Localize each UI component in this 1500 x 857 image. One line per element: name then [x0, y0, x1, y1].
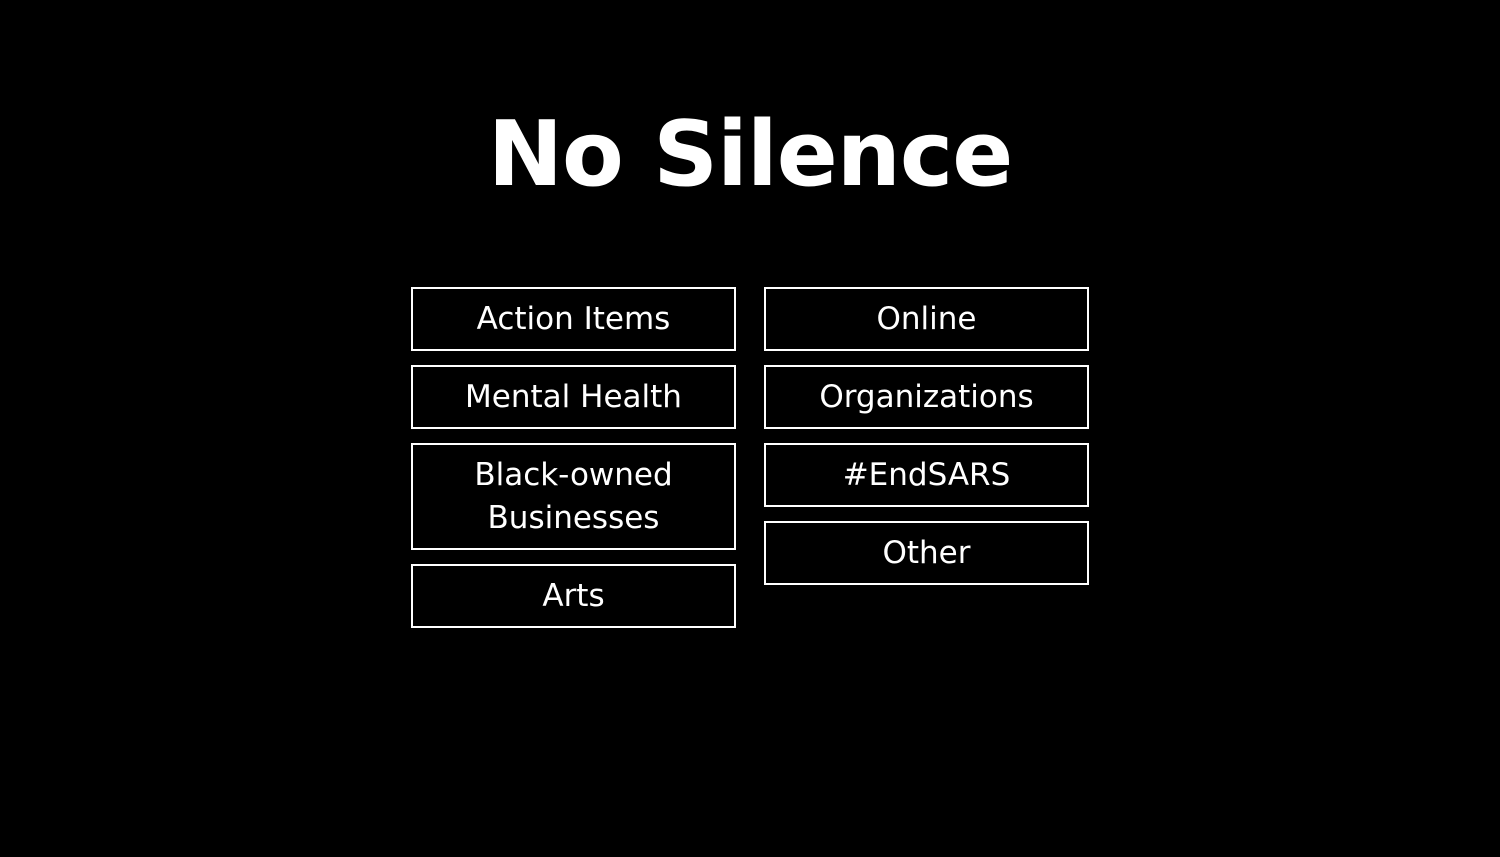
category-button-mental-health[interactable]: Mental Health [411, 365, 736, 429]
category-button-organizations[interactable]: Organizations [764, 365, 1089, 429]
category-button-black-owned-businesses[interactable]: Black-owned Businesses [411, 443, 736, 550]
page-title: No Silence [487, 102, 1014, 207]
page: No Silence Action Items Mental Health Bl… [0, 0, 1500, 857]
category-column-right: Online Organizations #EndSARS Other [764, 287, 1089, 599]
category-button-other[interactable]: Other [764, 521, 1089, 585]
category-column-left: Action Items Mental Health Black-owned B… [411, 287, 736, 642]
category-button-endsars[interactable]: #EndSARS [764, 443, 1089, 507]
category-button-online[interactable]: Online [764, 287, 1089, 351]
category-button-arts[interactable]: Arts [411, 564, 736, 628]
category-button-action-items[interactable]: Action Items [411, 287, 736, 351]
